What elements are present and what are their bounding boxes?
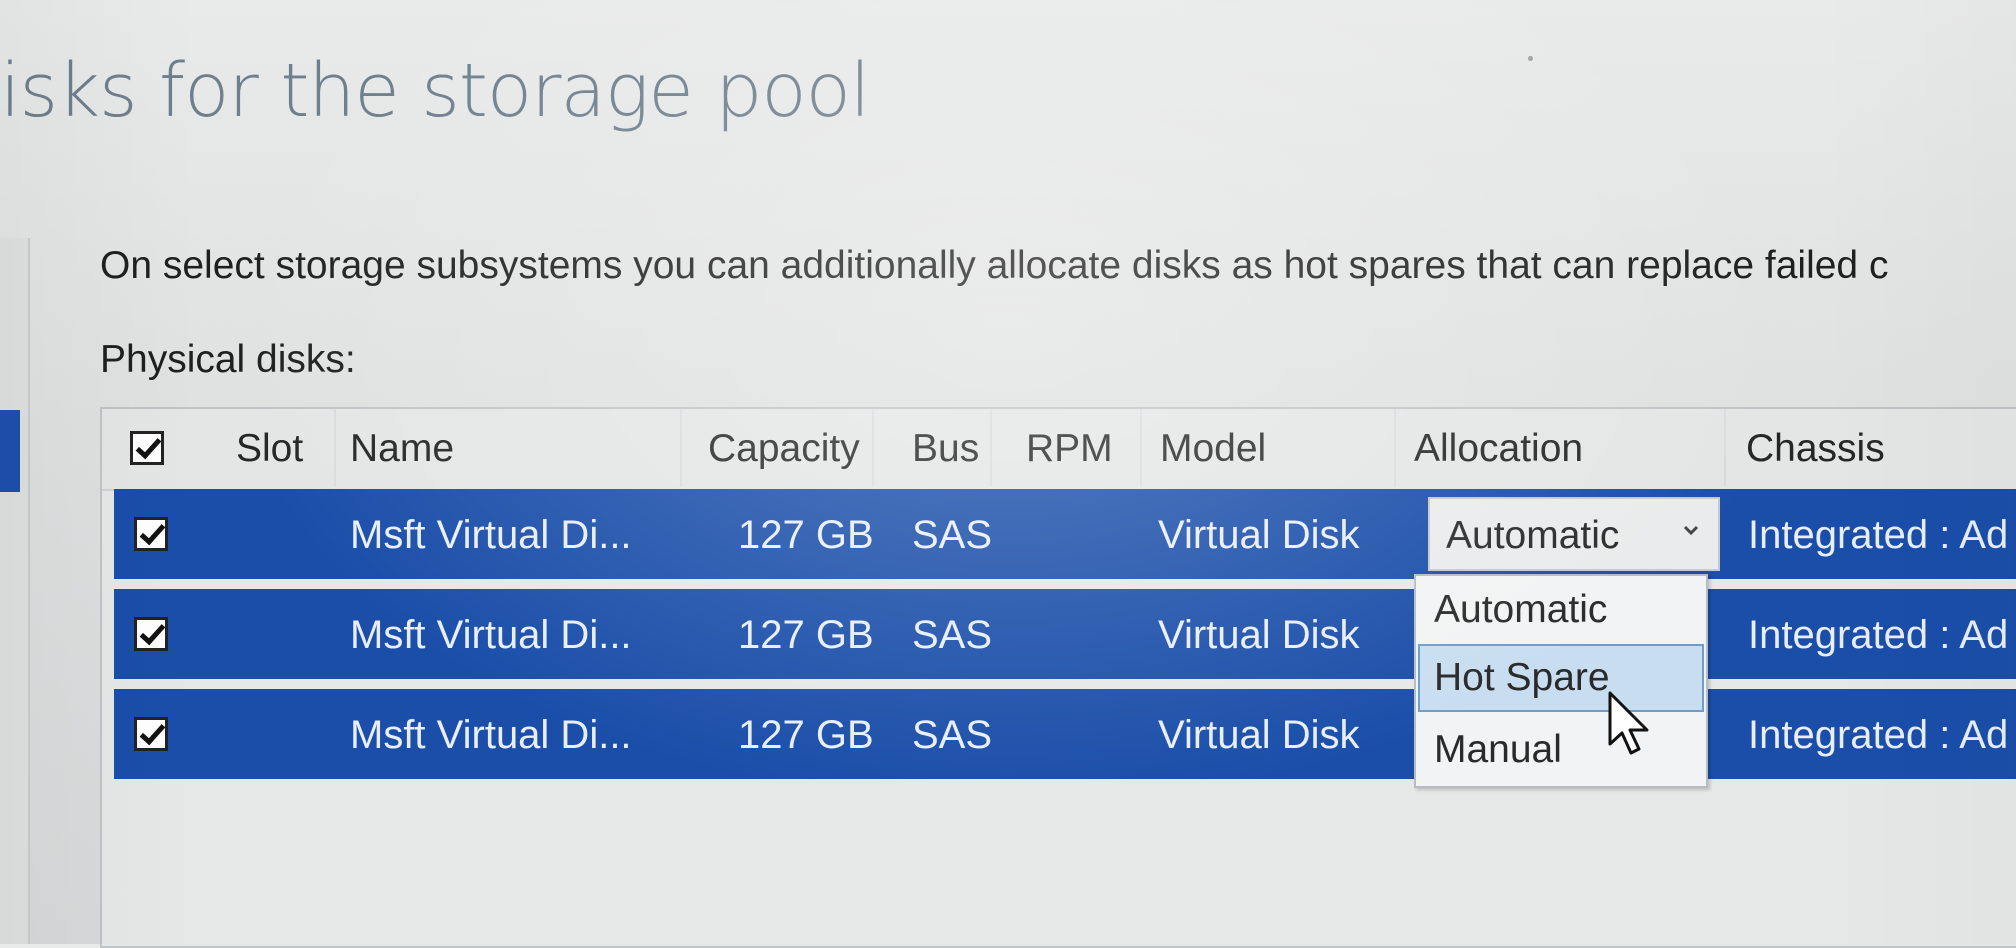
row-model: Virtual Disk [1158, 613, 1360, 657]
physical-disks-label: Physical disks: [100, 338, 356, 381]
column-separator[interactable] [334, 409, 336, 487]
row-chassis: Integrated : Ad [1748, 713, 2009, 757]
column-separator[interactable] [1724, 409, 1726, 487]
column-separator[interactable] [990, 409, 992, 487]
column-separator[interactable] [872, 409, 874, 487]
column-header-allocation[interactable]: Allocation [1414, 427, 1583, 471]
table-row[interactable]: Msft Virtual Di... 127 GB SAS Virtual Di… [114, 489, 2016, 579]
row-capacity: 127 GB [738, 613, 874, 657]
row-bus: SAS [912, 513, 993, 557]
table-row[interactable]: Msft Virtual Di... 127 GB SAS Virtual Di… [114, 589, 2016, 679]
left-navigation-selection-indicator [0, 410, 20, 492]
row-checkbox-icon[interactable] [134, 717, 168, 751]
allocation-select-value: Automatic [1446, 514, 1620, 557]
allocation-option-hot-spare[interactable]: Hot Spare [1418, 644, 1704, 712]
column-header-name[interactable]: Name [350, 427, 454, 471]
allocation-option-manual[interactable]: Manual [1418, 716, 1704, 784]
column-header-capacity[interactable]: Capacity [708, 427, 860, 471]
left-navigation-rail [0, 238, 30, 944]
row-bus: SAS [912, 713, 993, 757]
row-name: Msft Virtual Di... [350, 613, 632, 657]
select-all-checkbox-icon[interactable] [130, 431, 164, 465]
mouse-pointer-icon [1608, 691, 1649, 755]
row-capacity: 127 GB [738, 513, 874, 557]
chevron-down-icon[interactable] [1682, 521, 1700, 539]
row-name: Msft Virtual Di... [350, 713, 632, 757]
column-header-rpm[interactable]: RPM [1026, 427, 1113, 471]
physical-disks-table[interactable]: Slot Name Capacity Bus RPM Model Allocat… [100, 407, 2016, 948]
row-model: Virtual Disk [1158, 713, 1360, 757]
column-header-chassis[interactable]: Chassis [1746, 427, 1885, 471]
row-checkbox-icon[interactable] [134, 517, 168, 551]
page-title: isks for the storage pool [0, 48, 870, 134]
column-separator[interactable] [680, 409, 682, 487]
screen-dust-dot [1528, 56, 1533, 61]
page-description: On select storage subsystems you can add… [100, 244, 1889, 287]
row-name: Msft Virtual Di... [350, 513, 632, 557]
column-header-model[interactable]: Model [1160, 427, 1266, 471]
allocation-option-automatic[interactable]: Automatic [1418, 576, 1704, 644]
allocation-select[interactable]: Automatic [1428, 497, 1720, 571]
row-checkbox-icon[interactable] [134, 617, 168, 651]
row-bus: SAS [912, 613, 993, 657]
row-chassis: Integrated : Ad [1748, 513, 2009, 557]
column-header-slot[interactable]: Slot [236, 427, 303, 471]
column-separator[interactable] [1140, 409, 1142, 487]
row-chassis: Integrated : Ad [1748, 613, 2009, 657]
allocation-dropdown-menu[interactable]: Automatic Hot Spare Manual [1414, 574, 1708, 788]
row-model: Virtual Disk [1158, 513, 1360, 557]
column-header-bus[interactable]: Bus [912, 427, 979, 471]
row-capacity: 127 GB [738, 713, 874, 757]
table-header: Slot Name Capacity Bus RPM Model Allocat… [102, 409, 2016, 491]
table-row[interactable]: Msft Virtual Di... 127 GB SAS Virtual Di… [114, 689, 2016, 779]
column-separator[interactable] [1394, 409, 1396, 487]
